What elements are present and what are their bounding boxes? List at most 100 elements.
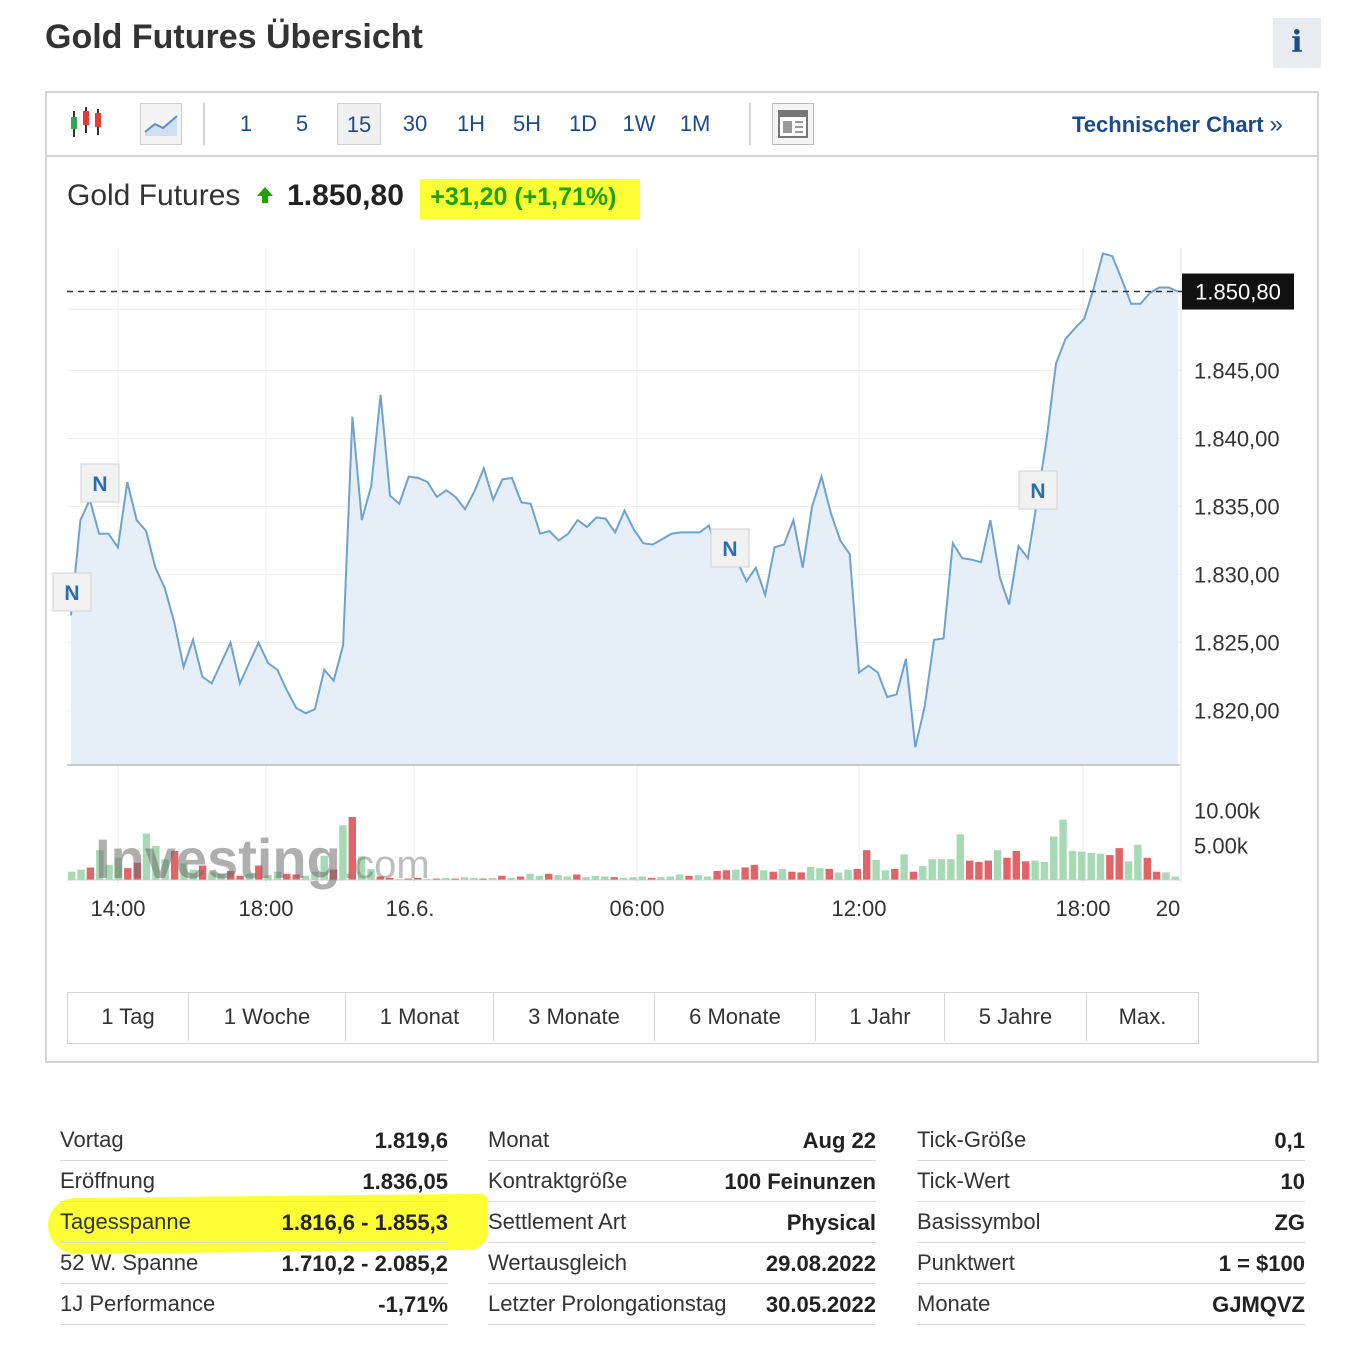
volume-bar (956, 834, 964, 880)
volume-bar (526, 873, 534, 880)
volume-bar (806, 866, 815, 880)
range-1-month[interactable]: 1 Monat (346, 993, 494, 1041)
stat-value: 1.816,6 - 1.855,3 (281, 1210, 448, 1235)
stat-value: 1.819,6 (374, 1128, 448, 1153)
volume-bar (722, 870, 731, 880)
stat-row-kontraktgroesse: Kontraktgröße 100 Feinunzen (488, 1161, 876, 1202)
stat-row-tagesspanne: Tagesspanne 1.816,6 - 1.855,3 (60, 1202, 448, 1243)
stat-value: 1.710,2 - 2.085,2 (281, 1251, 448, 1276)
x-tick-label: 12:00 (831, 896, 886, 921)
info-button[interactable]: i (1273, 18, 1321, 68)
volume-bar (601, 876, 609, 880)
price-chart[interactable]: 1.850,80 1.820,00 1.825,00 1.830,00 1.835,00… (47, 93, 1319, 973)
x-tick-label: 16.6. (386, 896, 435, 921)
volume-bar (760, 870, 768, 880)
volume-bar (844, 869, 852, 880)
x-tick-label: 18:00 (1055, 896, 1110, 921)
watermark-logo: Investing (95, 827, 341, 890)
stats-column-3: Tick-Größe 0,1 Tick-Wert 10 Basissymbol ZG … (917, 1120, 1305, 1325)
volume-bar (750, 864, 759, 880)
stat-row-basissymbol: Basissymbol ZG (917, 1202, 1305, 1243)
volume-bar (778, 868, 787, 880)
range-3-months[interactable]: 3 Monate (494, 993, 655, 1041)
volume-bar (1134, 844, 1142, 880)
range-1-week[interactable]: 1 Woche (189, 993, 346, 1041)
stat-value: Physical (786, 1210, 876, 1235)
volume-bar (965, 860, 974, 880)
stat-label: Punktwert (917, 1250, 1015, 1275)
news-marker-label[interactable]: N (64, 582, 79, 605)
range-selector: 1 Tag 1 Woche 1 Monat 3 Monate 6 Monate … (67, 992, 1199, 1044)
volume-bar (928, 859, 936, 880)
volume-bar (68, 871, 76, 880)
range-5-years[interactable]: 5 Jahre (945, 993, 1087, 1041)
volume-bar (853, 868, 861, 880)
y-tick-label: 1.830,00 (1194, 563, 1280, 588)
x-tick-label: 14:00 (90, 896, 145, 921)
stat-row-1j-performance: 1J Performance -1,71% (60, 1284, 448, 1325)
x-tick-label: 06:00 (609, 896, 664, 921)
volume-bar (713, 871, 721, 880)
volume-bar (1050, 836, 1058, 880)
volume-bar (732, 869, 740, 880)
volume-bar (1031, 860, 1039, 880)
volume-bar (1003, 857, 1011, 880)
volume-bar (1078, 851, 1086, 880)
stat-label: Basissymbol (917, 1209, 1041, 1234)
volume-bar (545, 873, 553, 880)
stat-row-tick-groesse: Tick-Größe 0,1 (917, 1120, 1305, 1161)
stat-row-wertausgleich: Wertausgleich 29.08.2022 (488, 1243, 876, 1284)
volume-bar (1012, 850, 1020, 880)
volume-tick-label: 10.00k (1194, 799, 1261, 824)
stat-value: GJMQVZ (1212, 1292, 1305, 1317)
range-1-day[interactable]: 1 Tag (68, 993, 189, 1041)
volume-bar (1022, 861, 1030, 880)
range-1-year[interactable]: 1 Jahr (816, 993, 945, 1041)
volume-bar (77, 869, 85, 880)
page-title: Gold Futures Übersicht (45, 18, 423, 56)
last-price-label: 1.850,80 (1195, 280, 1281, 305)
stat-value: 29.08.2022 (765, 1251, 876, 1276)
volume-bar (498, 875, 506, 880)
volume-bar (1096, 853, 1105, 880)
stat-label: Monate (917, 1291, 991, 1316)
volume-bar (816, 868, 824, 880)
stat-label: Letzter Prolongationstag (488, 1291, 727, 1316)
stat-value: 0,1 (1274, 1128, 1305, 1153)
news-marker-label[interactable]: N (92, 473, 107, 496)
stat-value: Aug 22 (802, 1128, 876, 1153)
stat-row-settlement-art: Settlement Art Physical (488, 1202, 876, 1243)
volume-bar (1115, 848, 1123, 880)
y-tick-label: 1.840,00 (1194, 426, 1280, 451)
volume-bar (900, 854, 908, 880)
stats-column-2: Monat Aug 22 Kontraktgröße 100 Feinunzen S… (488, 1120, 876, 1325)
volume-bar (741, 867, 749, 880)
volume-bar (881, 870, 890, 880)
news-marker-label[interactable]: N (1030, 480, 1045, 503)
range-6-months[interactable]: 6 Monate (655, 993, 816, 1041)
volume-bar (86, 867, 95, 880)
volume-bar (919, 866, 927, 880)
volume-bar (872, 859, 880, 880)
volume-bar (694, 875, 702, 880)
volume-bar (788, 871, 796, 880)
chart-widget: 1 5 15 30 1H 5H 1D 1W 1M Technischer Cha… (45, 91, 1319, 1063)
volume-bar (1068, 850, 1077, 880)
news-marker-label[interactable]: N (722, 538, 737, 561)
volume-bar (638, 876, 646, 880)
volume-bar (1171, 876, 1179, 880)
volume-bar (797, 872, 805, 880)
volume-bar (516, 876, 525, 880)
volume-bar (1059, 819, 1067, 880)
stat-value: 1 = $100 (1218, 1251, 1305, 1276)
volume-bar (947, 859, 955, 880)
volume-bar (993, 850, 1002, 880)
volume-bar (573, 874, 581, 880)
stat-value: ZG (1274, 1210, 1305, 1235)
range-max[interactable]: Max. (1087, 993, 1198, 1041)
volume-bar (685, 875, 693, 880)
volume-bar (563, 876, 572, 880)
stat-label: 52 W. Spanne (60, 1250, 199, 1275)
volume-bar (1152, 871, 1161, 880)
watermark-logo-suffix: .com (343, 843, 430, 887)
